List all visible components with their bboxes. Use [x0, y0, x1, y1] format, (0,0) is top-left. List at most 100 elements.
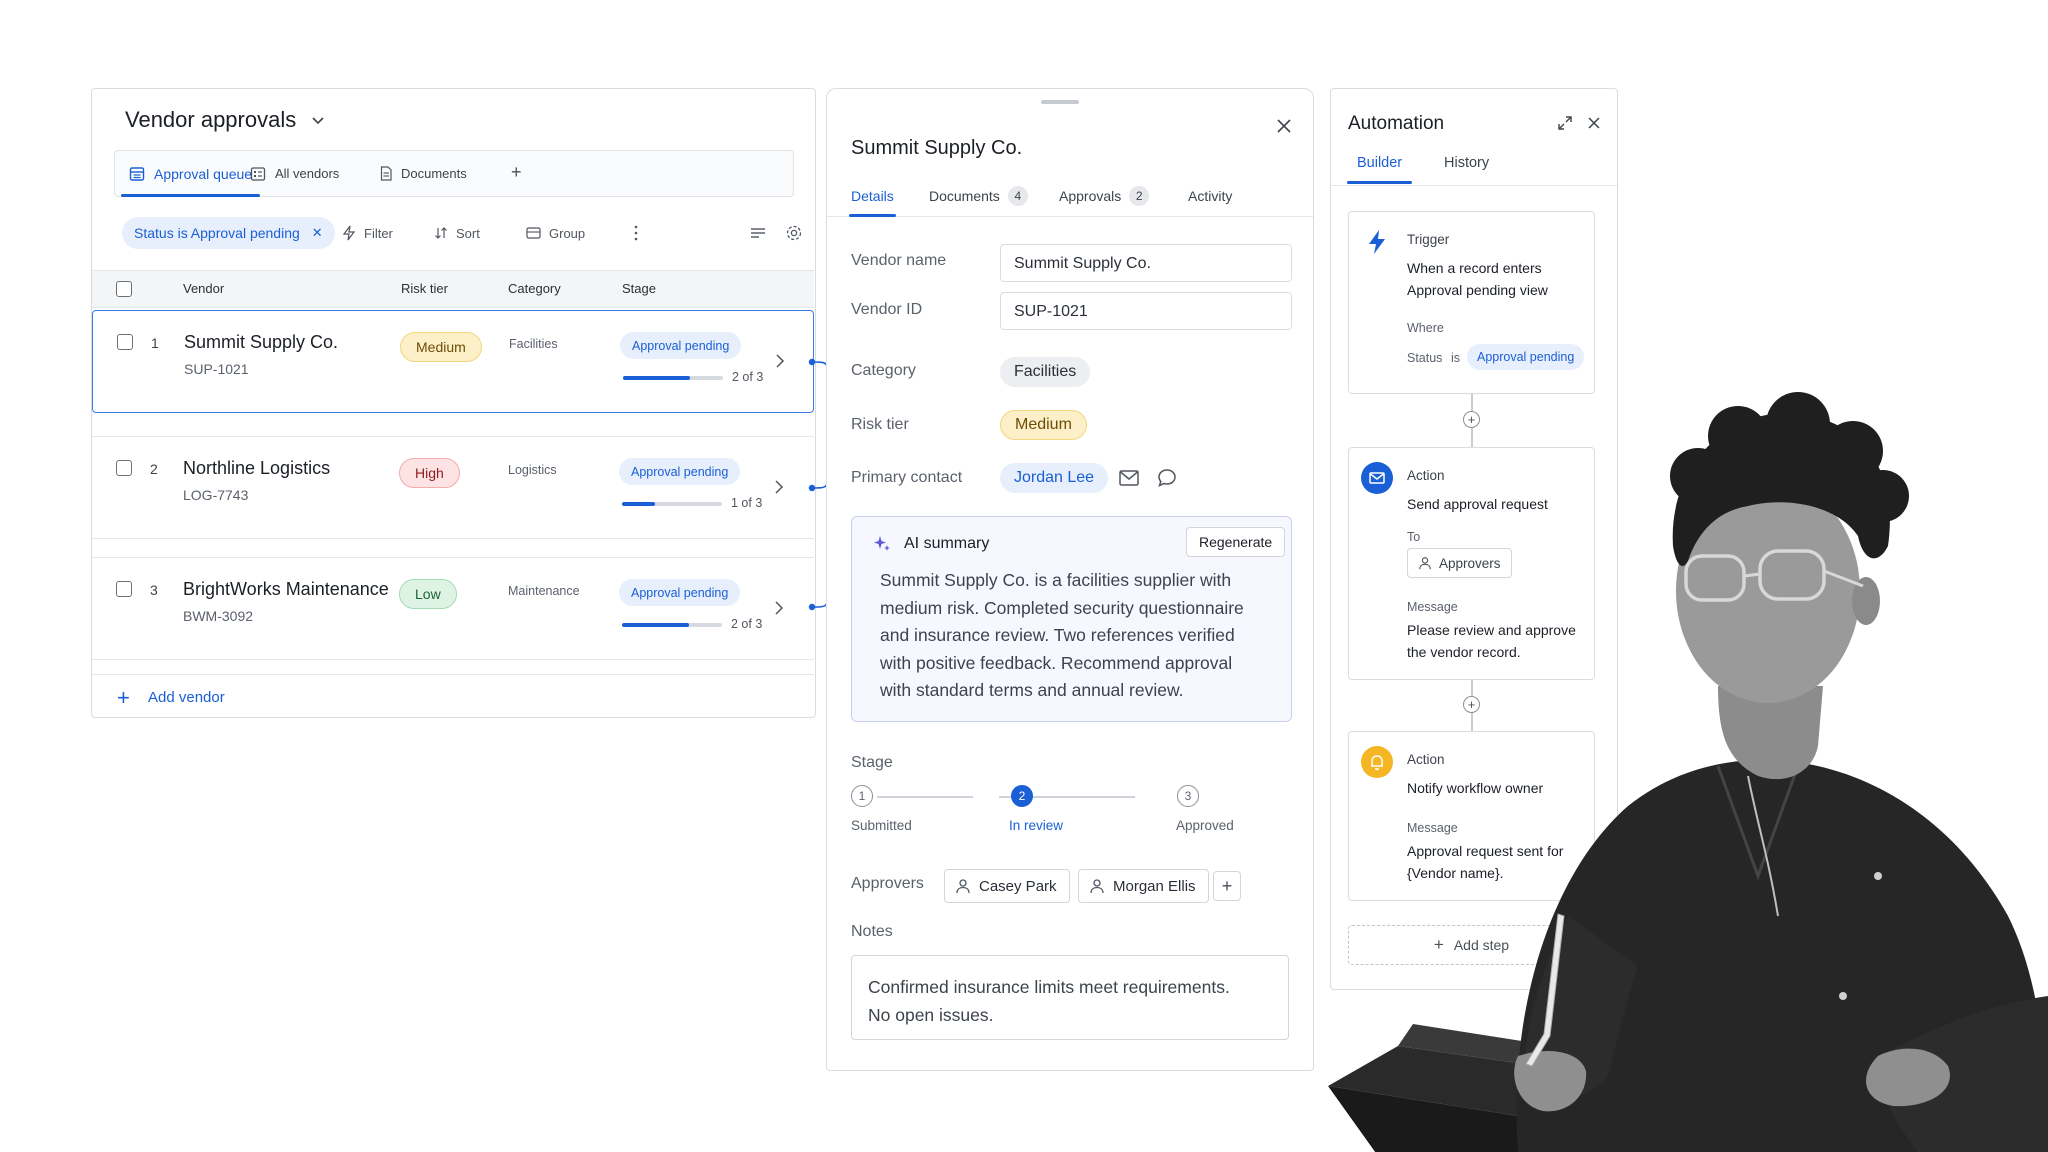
- detail-tabs: Details Documents 4 Approvals 2 Activity: [827, 185, 1313, 217]
- progress-count: 2 of 3: [731, 617, 763, 631]
- vendor-id: BWM-3092: [183, 608, 254, 624]
- lightning-icon: [342, 225, 356, 241]
- row-density-icon[interactable]: [748, 223, 768, 243]
- gear-icon[interactable]: [784, 223, 804, 243]
- chevron-down-icon: [312, 117, 324, 125]
- summary-line: with standard terms and annual review.: [880, 680, 1184, 700]
- risk-badge: High: [399, 458, 460, 488]
- sparkle-icon: [874, 536, 890, 551]
- filter-button[interactable]: Filter: [342, 217, 393, 249]
- mail-icon[interactable]: [1118, 467, 1140, 489]
- table-icon: [129, 166, 145, 181]
- risk-tier-tag[interactable]: Medium: [1000, 410, 1087, 440]
- group-button[interactable]: Group: [526, 217, 585, 249]
- step-2-dot[interactable]: 2: [1011, 785, 1033, 807]
- group-label: Group: [549, 225, 586, 241]
- stage-label: Stage: [851, 754, 893, 771]
- plus-icon: +: [1221, 875, 1233, 896]
- progress-fill: [622, 623, 689, 627]
- tab-details[interactable]: Details: [849, 185, 896, 217]
- summary-line: medium risk. Completed security question…: [880, 597, 1244, 618]
- progress-count: 1 of 3: [731, 496, 763, 510]
- more-vertical-icon[interactable]: [626, 223, 646, 243]
- tab-label: Approvals: [1059, 188, 1122, 204]
- close-icon[interactable]: [1275, 117, 1293, 135]
- row-checkbox[interactable]: [117, 334, 133, 350]
- progress-bar: [623, 376, 723, 380]
- sort-button[interactable]: Sort: [434, 217, 480, 249]
- table-row[interactable]: 1 Summit Supply Co. SUP-1021 Medium Faci…: [92, 310, 814, 413]
- stage-pill: Approval pending: [620, 332, 742, 359]
- remove-filter-icon[interactable]: ✕: [312, 225, 323, 241]
- col-stage[interactable]: Stage: [622, 281, 656, 296]
- step-label: In review: [1009, 818, 1064, 833]
- table-row[interactable]: 2 Northline Logistics LOG-7743 High Logi…: [92, 436, 814, 539]
- notes-label: Notes: [851, 923, 893, 940]
- add-vendor-button[interactable]: + Add vendor: [92, 674, 814, 718]
- chevron-right-icon[interactable]: [774, 353, 786, 369]
- vendor-id-field[interactable]: SUP-1021: [1000, 292, 1292, 330]
- group-icon: [526, 227, 541, 239]
- tab-approval-queue[interactable]: Approval queue: [120, 151, 261, 197]
- category-label: Category: [851, 362, 916, 379]
- progress-fill: [622, 502, 655, 506]
- card-type: Trigger: [1407, 232, 1450, 247]
- connector-dot: [808, 358, 816, 366]
- close-icon[interactable]: [1586, 115, 1602, 131]
- tab-label: Activity: [1188, 188, 1233, 204]
- col-risk-tier[interactable]: Risk tier: [401, 281, 448, 296]
- row-checkbox[interactable]: [116, 460, 132, 476]
- chevron-right-icon[interactable]: [773, 600, 785, 616]
- tab-activity[interactable]: Activity: [1188, 185, 1232, 207]
- person-with-tablet-image: [1328, 392, 2048, 1152]
- tab-all-vendors[interactable]: All vendors: [250, 151, 339, 196]
- connector-dot: [808, 484, 816, 492]
- vendor-name-label: Vendor name: [851, 252, 947, 269]
- category: Logistics: [508, 463, 557, 477]
- tab-documents[interactable]: Documents: [380, 151, 467, 196]
- expand-icon[interactable]: [1557, 115, 1573, 131]
- tab-history[interactable]: History: [1444, 155, 1489, 171]
- progress-bar: [622, 623, 722, 627]
- row-checkbox[interactable]: [116, 581, 132, 597]
- progress-bar: [622, 502, 722, 506]
- step-1-dot[interactable]: 1: [851, 785, 873, 807]
- approver-name: Morgan Ellis: [1113, 877, 1196, 895]
- view-title[interactable]: Vendor approvals: [125, 107, 326, 133]
- add-tab-icon[interactable]: +: [511, 162, 522, 183]
- approver-chip[interactable]: Morgan Ellis: [1078, 869, 1209, 903]
- view-tabs: Approval queue All vendors Documents +: [114, 150, 794, 197]
- table-header: Vendor Risk tier Category Stage: [92, 270, 814, 308]
- vendor-name-field[interactable]: Summit Supply Co.: [1000, 244, 1292, 282]
- row-number: 1: [151, 335, 159, 351]
- notes-field[interactable]: Confirmed insurance limits meet requirem…: [851, 955, 1289, 1040]
- tab-approvals[interactable]: Approvals 2: [1059, 185, 1150, 207]
- table-toolbar: Status is Approval pending ✕ Filter Sort…: [122, 217, 804, 249]
- approver-chip[interactable]: Casey Park: [944, 869, 1070, 903]
- step-3-dot[interactable]: 3: [1177, 785, 1199, 807]
- select-all-checkbox[interactable]: [116, 281, 132, 297]
- category-tag[interactable]: Facilities: [1000, 357, 1091, 387]
- regenerate-button[interactable]: Regenerate: [1186, 527, 1286, 557]
- filter-chip-label: Status is Approval pending: [134, 225, 300, 241]
- drag-handle[interactable]: [1041, 100, 1079, 104]
- row-number: 3: [150, 582, 158, 598]
- progress-fill: [623, 376, 690, 380]
- table-row[interactable]: 3 BrightWorks Maintenance BWM-3092 Low M…: [92, 557, 814, 660]
- approvers-label: Approvers: [851, 875, 924, 892]
- tab-builder[interactable]: Builder: [1346, 155, 1413, 184]
- primary-contact-tag[interactable]: Jordan Lee: [1000, 463, 1109, 493]
- col-vendor[interactable]: Vendor: [183, 281, 224, 296]
- add-approver-button[interactable]: +: [1213, 871, 1241, 901]
- tab-documents[interactable]: Documents 4: [929, 185, 1028, 207]
- filter-chip[interactable]: Status is Approval pending ✕: [122, 217, 335, 249]
- chat-icon[interactable]: [1156, 467, 1178, 489]
- col-category[interactable]: Category: [508, 281, 561, 296]
- chevron-right-icon[interactable]: [773, 479, 785, 495]
- filter-label: Filter: [364, 225, 393, 241]
- notes-line: No open issues.: [868, 1004, 994, 1025]
- stage-stepper: 1 2 3 Submitted In review Approved: [851, 784, 1291, 834]
- connector-dot: [808, 603, 816, 611]
- vendor-name: Northline Logistics: [183, 458, 331, 478]
- document-icon: [380, 166, 392, 181]
